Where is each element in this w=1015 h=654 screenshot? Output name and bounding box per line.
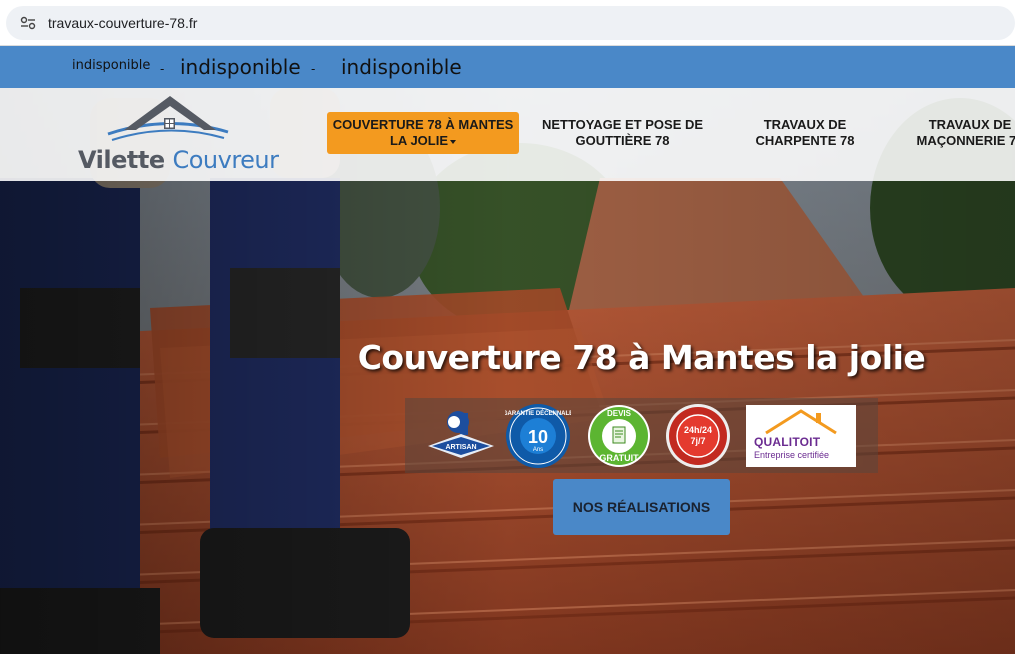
nav-item-couverture[interactable]: Couverture 78 à Mantes la jolie	[327, 112, 519, 154]
url-text: travaux-couverture-78.fr	[48, 15, 198, 31]
artisan-label: ARTISAN	[445, 444, 476, 451]
site-settings-icon[interactable]	[20, 16, 36, 30]
browser-address-bar: travaux-couverture-78.fr	[0, 0, 1015, 46]
caret-down-icon	[450, 139, 457, 144]
house-roof-icon	[107, 96, 229, 141]
roof-outline-icon	[765, 409, 837, 435]
contact-item-2[interactable]: indisponible	[180, 46, 301, 88]
url-field[interactable]: travaux-couverture-78.fr	[6, 6, 1015, 40]
logo-word-2: Couvreur	[172, 146, 279, 174]
contact-item-1[interactable]: indisponible	[72, 45, 150, 87]
hero-title: Couverture 78 à Mantes la jolie	[357, 338, 926, 377]
site-logo[interactable]: Vilette Couvreur	[78, 94, 279, 176]
decennale-label: GARANTIE DÉCENNALE	[505, 409, 571, 417]
gratuit-label: GRATUIT	[599, 453, 639, 463]
nos-realisations-button[interactable]: Nos réalisations	[553, 479, 730, 535]
24h-7j-badge: 24h/24 7j/7	[666, 404, 730, 468]
qualitoit-name: QUALITOIT	[754, 435, 821, 449]
separator: -	[311, 62, 316, 76]
nav-item-maconnerie[interactable]: Travaux de maçonnerie 78	[905, 117, 1015, 149]
devis-label: DEVIS	[607, 409, 632, 418]
devis-gratuit-badge: DEVIS GRATUIT	[588, 405, 650, 467]
decennale-unit: Ans	[533, 447, 543, 453]
contact-item-3[interactable]: indisponible	[341, 46, 462, 88]
nav-item-gouttiere[interactable]: Nettoyage et pose de gouttière 78	[540, 117, 705, 149]
top-contact-strip: indisponible - indisponible - indisponib…	[0, 46, 1015, 88]
artisan-badge: ARTISAN	[428, 411, 494, 458]
7j-label: 7j/7	[690, 436, 705, 446]
h24-label: 24h/24	[684, 425, 712, 435]
nav-item-charpente[interactable]: Travaux de charpente 78	[735, 117, 875, 149]
garantie-decennale-badge: GARANTIE DÉCENNALE 10 Ans	[505, 404, 571, 468]
separator: -	[160, 62, 165, 76]
nav-item-label: Couverture 78 à Mantes la jolie	[332, 117, 514, 148]
logo-text: Vilette Couvreur	[78, 146, 279, 174]
qualitoit-badge: QUALITOIT Entreprise certifiée	[746, 405, 856, 467]
decennale-number: 10	[528, 427, 548, 447]
qualitoit-sub: Entreprise certifiée	[754, 450, 830, 460]
logo-word-1: Vilette	[78, 146, 165, 174]
